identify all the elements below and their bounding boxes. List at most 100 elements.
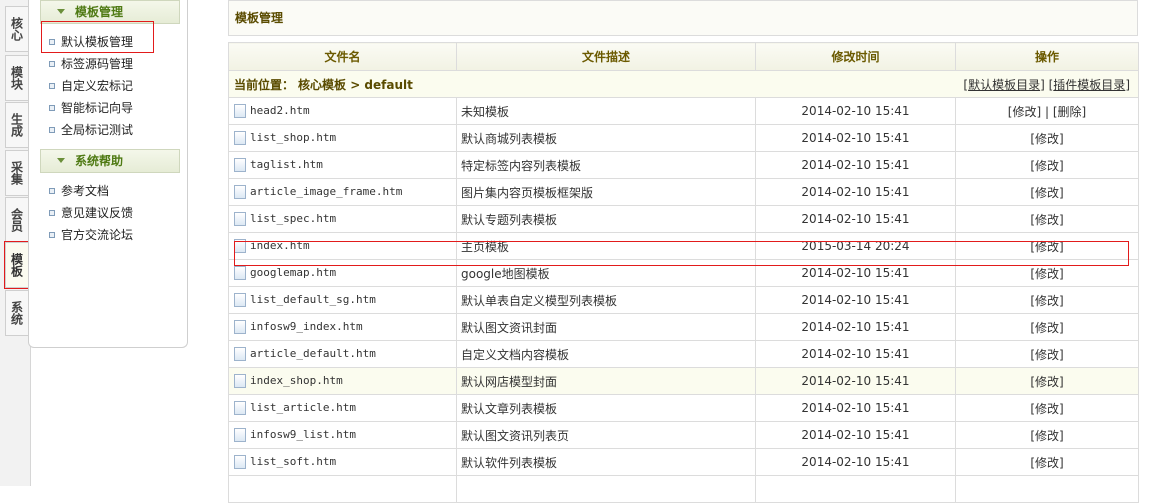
table-row: article_image_frame.htm 图片集内容页模板框架版 2014-0… <box>228 178 1139 206</box>
modified-time: 2014-02-10 15:41 <box>755 259 956 287</box>
tab-templates[interactable]: 模板 <box>4 241 32 289</box>
file-name[interactable]: index.htm <box>250 239 310 252</box>
modified-time: 2014-02-10 15:41 <box>755 448 956 476</box>
plugin-template-dir-link[interactable]: 插件模板目录 <box>1053 78 1125 92</box>
default-template-dir-link[interactable]: 默认模板目录 <box>968 78 1040 92</box>
column-header: 修改时间 <box>755 42 956 71</box>
file-name[interactable]: list_default_sg.htm <box>250 293 376 306</box>
menu-item-label: 官方交流论坛 <box>61 228 134 242</box>
bullet-icon <box>49 188 55 194</box>
file-name-cell: index.htm <box>228 232 457 260</box>
module-tab-strip: 核心 模块 生成 采集 会员 模板 系统 <box>0 0 32 486</box>
file-name-cell: list_shop.htm <box>228 124 457 152</box>
page-title: 模板管理 <box>235 11 284 25</box>
bullet-icon <box>49 127 55 133</box>
delete-link[interactable]: [删除] <box>1053 105 1086 119</box>
edit-link[interactable]: [修改] <box>1030 456 1063 470</box>
actions-cell: [修改] | [删除] <box>955 97 1139 125</box>
menu-item-label: 意见建议反馈 <box>61 206 134 220</box>
edit-link[interactable]: [修改] <box>1030 213 1063 227</box>
table-row: list_default_sg.htm 默认单表自定义模型列表模板 2014-02-… <box>228 286 1139 314</box>
file-name[interactable]: list_article.htm <box>250 401 356 414</box>
bullet-icon <box>49 210 55 216</box>
tab-generate[interactable]: 生成 <box>5 102 28 148</box>
file-name[interactable]: article_default.htm <box>250 347 376 360</box>
breadcrumb-label: 当前位置： <box>234 77 295 92</box>
table-row: article_default.htm 自定义文档内容模板 2014-02-10 1… <box>228 340 1139 368</box>
section-title: 系统帮助 <box>75 154 124 168</box>
file-desc: 默认文章列表模板 <box>456 394 756 422</box>
edit-link[interactable]: [修改] <box>1030 375 1063 389</box>
file-name[interactable]: head2.htm <box>250 104 310 117</box>
file-name[interactable]: taglist.htm <box>250 158 323 171</box>
menu-section-template-manage[interactable]: 模板管理 <box>40 0 180 24</box>
bullet-icon <box>49 83 55 89</box>
file-desc: 默认商城列表模板 <box>456 124 756 152</box>
bullet-icon <box>49 105 55 111</box>
file-name-cell: infosw9_index.htm <box>228 313 457 341</box>
file-name[interactable]: list_spec.htm <box>250 212 336 225</box>
table-row: infosw9_list.htm 默认图文资讯列表页 2014-02-10 15:4… <box>228 421 1139 449</box>
edit-link[interactable]: [修改] <box>1030 402 1063 416</box>
file-name[interactable]: list_shop.htm <box>250 131 336 144</box>
file-desc: 未知模板 <box>456 97 756 125</box>
menu-section-help[interactable]: 系统帮助 <box>40 149 180 173</box>
actions-cell: [修改] <box>955 340 1139 368</box>
file-icon <box>234 266 246 280</box>
tab-collect[interactable]: 采集 <box>5 150 28 196</box>
file-name[interactable]: infosw9_list.htm <box>250 428 356 441</box>
table-row: head2.htm 未知模板 2014-02-10 15:41 [修改] | [删除] <box>228 97 1139 125</box>
tab-system[interactable]: 系统 <box>5 290 28 336</box>
file-desc: 默认单表自定义模型列表模板 <box>456 286 756 314</box>
actions-cell: [修改] <box>955 232 1139 260</box>
file-icon <box>234 293 246 307</box>
column-header: 操作 <box>955 42 1139 71</box>
tab-label: 会员 <box>9 208 24 232</box>
table-header-row: 文件名 文件描述 修改时间 操作 <box>228 42 1139 71</box>
file-name[interactable]: index_shop.htm <box>250 374 343 387</box>
modified-time: 2014-02-10 15:41 <box>755 313 956 341</box>
edit-link[interactable]: [修改] <box>1030 267 1063 281</box>
modified-time: 2014-02-10 15:41 <box>755 394 956 422</box>
file-name[interactable]: article_image_frame.htm <box>250 185 402 198</box>
edit-link[interactable]: [修改] <box>1030 240 1063 254</box>
location-row: 当前位置： 核心模板 > default [默认模板目录] [插件模板目录] <box>228 70 1139 98</box>
modified-time: 2014-02-10 15:41 <box>755 97 956 125</box>
edit-link[interactable]: [修改] <box>1030 159 1063 173</box>
tab-core[interactable]: 核心 <box>5 6 28 52</box>
file-icon <box>234 347 246 361</box>
file-name[interactable]: list_soft.htm <box>250 455 336 468</box>
file-desc: 默认图文资讯列表页 <box>456 421 756 449</box>
file-name-cell: list_spec.htm <box>228 205 457 233</box>
file-icon <box>234 158 246 172</box>
menu-item-label: 自定义宏标记 <box>61 79 134 93</box>
file-icon <box>234 239 246 253</box>
edit-link[interactable]: [修改] <box>1030 321 1063 335</box>
modified-time: 2015-03-14 20:24 <box>755 232 956 260</box>
tab-members[interactable]: 会员 <box>5 197 28 243</box>
file-icon <box>234 428 246 442</box>
file-name[interactable]: googlemap.htm <box>250 266 336 279</box>
edit-link[interactable]: [修改] <box>1030 348 1063 362</box>
side-menu: 模板管理 默认模板管理 标签源码管理 自定义宏标记 智能标记向导 全局标记测试 … <box>28 0 188 348</box>
file-desc <box>456 475 756 503</box>
edit-link[interactable]: [修改] <box>1030 186 1063 200</box>
edit-link[interactable]: [修改] <box>1008 105 1041 119</box>
tab-modules[interactable]: 模块 <box>5 55 28 101</box>
table-row: list_shop.htm 默认商城列表模板 2014-02-10 15:41 [修改… <box>228 124 1139 152</box>
breadcrumb-path: 核心模板 > default <box>298 77 413 92</box>
file-icon <box>234 374 246 388</box>
modified-time: 2014-02-10 15:41 <box>755 286 956 314</box>
column-header: 文件名 <box>228 42 457 71</box>
file-icon <box>234 131 246 145</box>
file-name[interactable]: infosw9_index.htm <box>250 320 363 333</box>
actions-cell <box>955 475 1139 503</box>
tab-label: 核心 <box>9 17 24 41</box>
edit-link[interactable]: [修改] <box>1030 294 1063 308</box>
bullet-icon <box>49 61 55 67</box>
breadcrumb: 当前位置： 核心模板 > default <box>229 76 413 93</box>
edit-link[interactable]: [修改] <box>1030 429 1063 443</box>
modified-time: 2014-02-10 15:41 <box>755 124 956 152</box>
edit-link[interactable]: [修改] <box>1030 132 1063 146</box>
file-icon <box>234 212 246 226</box>
